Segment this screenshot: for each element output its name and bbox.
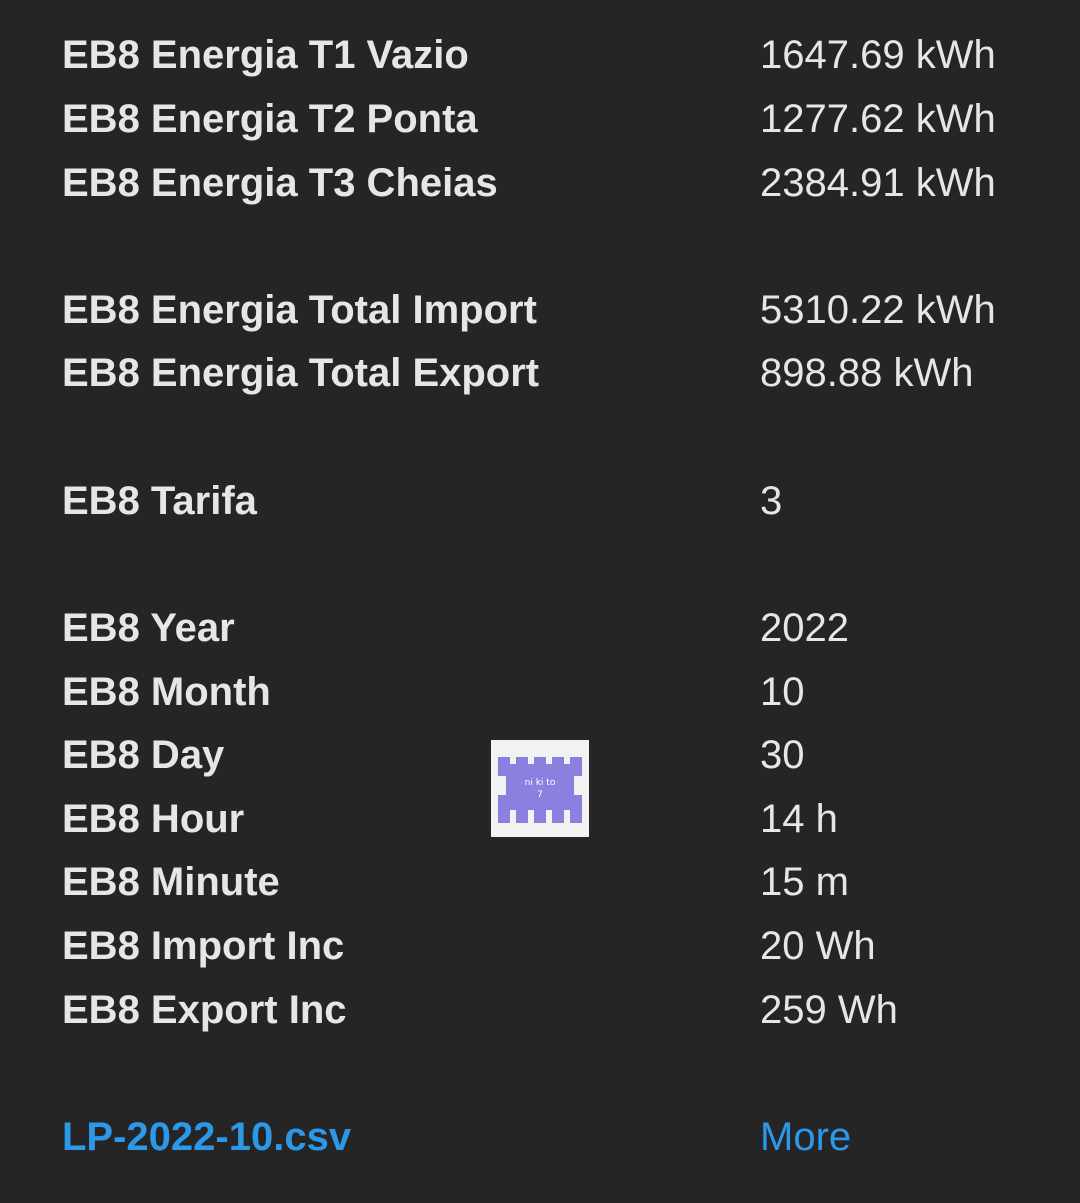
row-value: 2022 [760, 606, 849, 650]
row-value: 2384.91 kWh [760, 161, 996, 205]
row-value: 14 h [760, 797, 838, 841]
row-value: 259 Wh [760, 988, 898, 1032]
row-value: 1647.69 kWh [760, 33, 996, 77]
row-t2-ponta[interactable]: EB8 Energia T2 Ponta 1277.62 kWh [0, 87, 1080, 151]
row-export-inc[interactable]: EB8 Export Inc 259 Wh [0, 978, 1080, 1042]
entity-card: EB8 Energia T1 Vazio 1647.69 kWh EB8 Ene… [0, 0, 1080, 1203]
row-label: EB8 Day [62, 733, 225, 777]
row-label: EB8 Energia T1 Vazio [62, 33, 469, 77]
watermark-logo: ni ki to 7 [491, 740, 589, 837]
row-label: EB8 Month [62, 670, 271, 714]
row-month[interactable]: EB8 Month 10 [0, 660, 1080, 724]
row-year[interactable]: EB8 Year 2022 [0, 596, 1080, 660]
row-label: EB8 Energia Total Import [62, 288, 537, 332]
more-link[interactable]: More [760, 1105, 851, 1169]
row-t1-vazio[interactable]: EB8 Energia T1 Vazio 1647.69 kWh [0, 23, 1080, 87]
row-label: EB8 Energia T3 Cheias [62, 161, 498, 205]
row-value: 1277.62 kWh [760, 97, 996, 141]
row-label: EB8 Minute [62, 860, 280, 904]
row-label: EB8 Tarifa [62, 479, 257, 523]
row-value: 5310.22 kWh [760, 288, 996, 332]
row-label: EB8 Hour [62, 797, 245, 841]
row-t3-cheias[interactable]: EB8 Energia T3 Cheias 2384.91 kWh [0, 151, 1080, 215]
row-value: 20 Wh [760, 924, 876, 968]
row-tarifa[interactable]: EB8 Tarifa 3 [0, 469, 1080, 533]
row-label: EB8 Year [62, 606, 235, 650]
row-value: 3 [760, 479, 783, 523]
row-value: 10 [760, 670, 805, 714]
logo-text-line2: 7 [537, 790, 543, 800]
row-value: 30 [760, 733, 805, 777]
logo-text-line1: ni ki to [524, 778, 556, 788]
row-value: 898.88 kWh [760, 351, 974, 395]
row-label: EB8 Import Inc [62, 924, 345, 968]
row-label: EB8 Export Inc [62, 988, 347, 1032]
row-label: EB8 Energia Total Export [62, 351, 540, 395]
row-total-import[interactable]: EB8 Energia Total Import 5310.22 kWh [0, 278, 1080, 342]
csv-file-link[interactable]: LP-2022-10.csv [62, 1105, 351, 1169]
row-minute[interactable]: EB8 Minute 15 m [0, 850, 1080, 914]
row-label: EB8 Energia T2 Ponta [62, 97, 478, 141]
row-import-inc[interactable]: EB8 Import Inc 20 Wh [0, 914, 1080, 978]
row-total-export[interactable]: EB8 Energia Total Export 898.88 kWh [0, 341, 1080, 405]
row-value: 15 m [760, 860, 849, 904]
